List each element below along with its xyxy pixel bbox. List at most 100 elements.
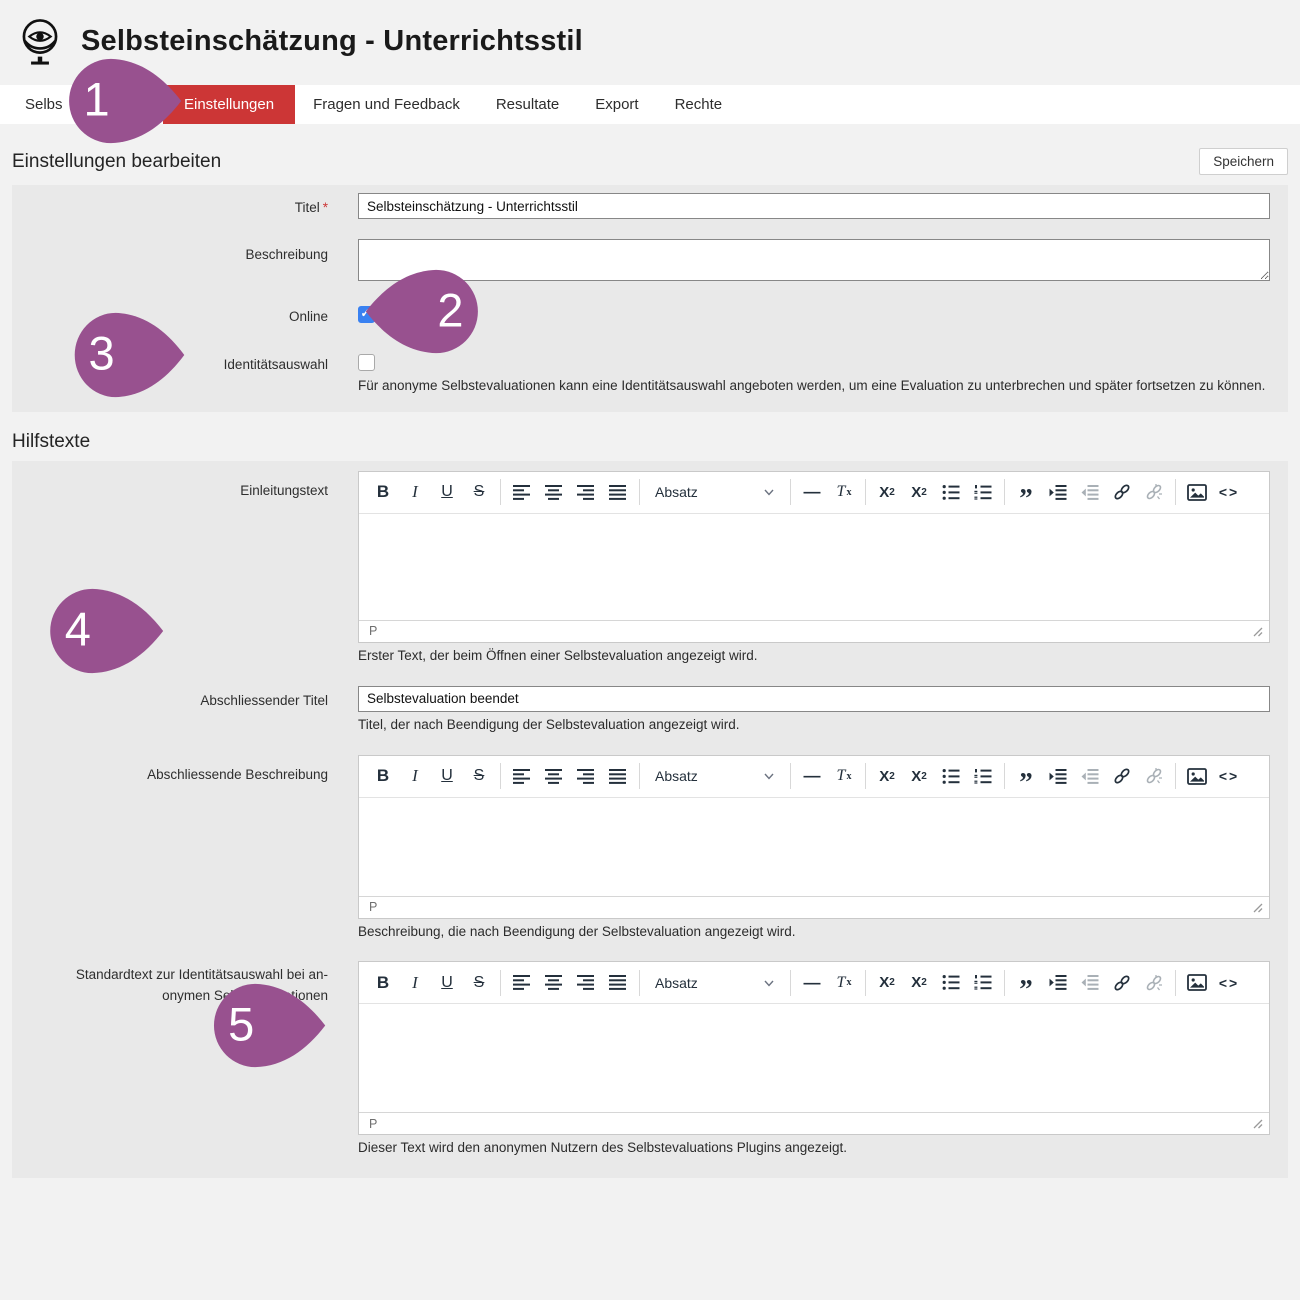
align-justify-button[interactable] [602, 761, 634, 791]
italic-button[interactable]: I [399, 761, 431, 791]
horizontal-rule-button[interactable]: — [796, 968, 828, 998]
rte-resize-handle[interactable] [1252, 1118, 1263, 1129]
identity-checkbox[interactable]: ✓ [358, 354, 375, 371]
subscript-button[interactable]: X2 [871, 968, 903, 998]
save-button[interactable]: Speichern [1199, 148, 1288, 175]
clear-formatting-button[interactable]: Tx [828, 968, 860, 998]
strikethrough-button[interactable]: S [463, 968, 495, 998]
remove-link-button[interactable] [1138, 761, 1170, 791]
align-left-button[interactable] [506, 477, 538, 507]
tab-export[interactable]: Export [577, 85, 656, 124]
paragraph-format-select[interactable]: Absatz [647, 761, 783, 791]
chevron-down-icon [763, 486, 775, 498]
settings-heading: Einstellungen bearbeiten [12, 151, 221, 173]
superscript-button[interactable]: X2 [903, 477, 935, 507]
insert-link-button[interactable] [1106, 761, 1138, 791]
paragraph-format-select[interactable]: Absatz [647, 968, 783, 998]
underline-button[interactable]: U [431, 968, 463, 998]
superscript-button[interactable]: X2 [903, 968, 935, 998]
outdent-button[interactable] [1074, 761, 1106, 791]
chevron-down-icon [763, 977, 775, 989]
bold-button[interactable]: B [367, 761, 399, 791]
subscript-button[interactable]: X2 [871, 477, 903, 507]
align-left-button[interactable] [506, 761, 538, 791]
teardrop-shape [197, 981, 329, 1070]
title-input[interactable] [358, 193, 1270, 219]
toolbar-separator [790, 479, 791, 505]
align-left-icon [513, 769, 531, 784]
clear-formatting-button[interactable]: Tx [828, 477, 860, 507]
rte-resize-handle[interactable] [1252, 626, 1263, 637]
align-center-button[interactable] [538, 761, 570, 791]
bold-button[interactable]: B [367, 477, 399, 507]
horizontal-rule-button[interactable]: — [796, 477, 828, 507]
indent-icon [1049, 769, 1067, 784]
insert-image-button[interactable] [1181, 761, 1213, 791]
insert-image-button[interactable] [1181, 477, 1213, 507]
numbered-list-button[interactable] [967, 761, 999, 791]
bullet-list-button[interactable] [935, 477, 967, 507]
align-center-button[interactable] [538, 968, 570, 998]
blockquote-button[interactable]: ” [1010, 755, 1042, 797]
indent-button[interactable] [1042, 761, 1074, 791]
superscript-button[interactable]: X2 [903, 761, 935, 791]
underline-button[interactable]: U [431, 477, 463, 507]
strikethrough-button[interactable]: S [463, 477, 495, 507]
outdent-button[interactable] [1074, 968, 1106, 998]
blockquote-button[interactable]: ” [1010, 962, 1042, 1004]
insert-link-button[interactable] [1106, 477, 1138, 507]
strikethrough-button[interactable]: S [463, 761, 495, 791]
align-justify-button[interactable] [602, 477, 634, 507]
source-code-button[interactable]: <> [1213, 761, 1245, 791]
rte-element-path: P [369, 624, 377, 638]
blockquote-button[interactable]: ” [1010, 471, 1042, 513]
rte-toolbar: B I U S Ab [359, 472, 1269, 514]
rte-toolbar: B I U S Ab [359, 756, 1269, 798]
link-icon [1113, 483, 1131, 501]
tab-fragen-und-feedback[interactable]: Fragen und Feedback [295, 85, 478, 124]
unlink-icon [1145, 483, 1163, 501]
tab-rechte[interactable]: Rechte [657, 85, 741, 124]
rte-edit-area[interactable] [359, 798, 1269, 896]
bullet-list-button[interactable] [935, 761, 967, 791]
bullet-list-button[interactable] [935, 968, 967, 998]
remove-link-button[interactable] [1138, 477, 1170, 507]
introduction-text-row: Einleitungstext B I U S [12, 471, 1270, 666]
rich-text-editor: B I U S Ab [358, 755, 1270, 919]
align-left-button[interactable] [506, 968, 538, 998]
rte-edit-area[interactable] [359, 514, 1269, 620]
misc-group: — Tx [796, 477, 860, 507]
tab-resultate[interactable]: Resultate [478, 85, 577, 124]
clear-formatting-button[interactable]: Tx [828, 761, 860, 791]
align-right-button[interactable] [570, 968, 602, 998]
closing-title-input[interactable] [358, 686, 1270, 712]
insert-image-button[interactable] [1181, 968, 1213, 998]
outdent-button[interactable] [1074, 477, 1106, 507]
underline-button[interactable]: U [431, 761, 463, 791]
paragraph-format-select[interactable]: Absatz [647, 477, 783, 507]
horizontal-rule-button[interactable]: — [796, 761, 828, 791]
source-code-button[interactable]: <> [1213, 477, 1245, 507]
indent-button[interactable] [1042, 968, 1074, 998]
bold-button[interactable]: B [367, 968, 399, 998]
source-code-button[interactable]: <> [1213, 968, 1245, 998]
align-center-button[interactable] [538, 477, 570, 507]
toolbar-separator [1175, 970, 1176, 996]
indent-button[interactable] [1042, 477, 1074, 507]
closing-title-help: Titel, der nach Beendigung der Selbsteva… [358, 716, 1270, 735]
rte-element-path: P [369, 900, 377, 914]
insert-link-button[interactable] [1106, 968, 1138, 998]
rte-resize-handle[interactable] [1252, 902, 1263, 913]
align-justify-button[interactable] [602, 968, 634, 998]
rte-edit-area[interactable] [359, 1004, 1269, 1112]
align-right-button[interactable] [570, 477, 602, 507]
main-content: Einstellungen bearbeiten Speichern Titel… [0, 124, 1300, 1178]
numbered-list-button[interactable] [967, 968, 999, 998]
numbered-list-button[interactable] [967, 477, 999, 507]
align-right-button[interactable] [570, 761, 602, 791]
toolbar-separator [500, 479, 501, 505]
remove-link-button[interactable] [1138, 968, 1170, 998]
italic-button[interactable]: I [399, 968, 431, 998]
italic-button[interactable]: I [399, 477, 431, 507]
subscript-button[interactable]: X2 [871, 761, 903, 791]
